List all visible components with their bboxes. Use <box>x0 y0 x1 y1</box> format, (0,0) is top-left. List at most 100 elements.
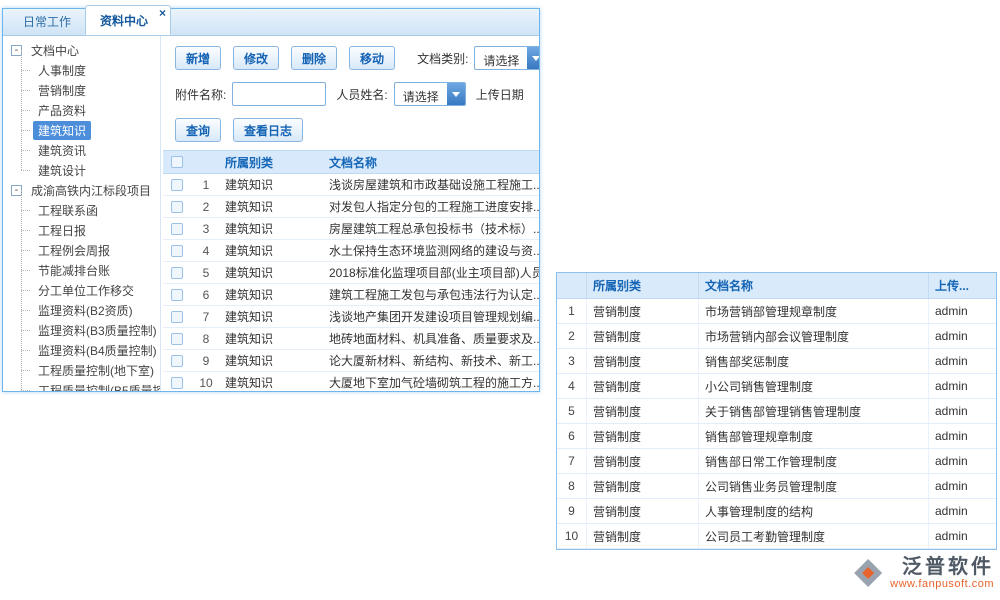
table-row[interactable]: 5营销制度关于销售部管理销售管理制度admin <box>557 399 996 424</box>
add-button[interactable]: 新增 <box>175 46 221 70</box>
cell-number: 3 <box>557 349 587 373</box>
table-row[interactable]: 10建筑知识大厦地下室加气砼墙砌筑工程的施工方... <box>163 372 539 391</box>
chevron-down-icon[interactable] <box>447 83 465 105</box>
cell-number: 6 <box>557 424 587 448</box>
table-row[interactable]: 6营销制度销售部管理规章制度admin <box>557 424 996 449</box>
row-checkbox[interactable] <box>171 267 183 279</box>
tree-item[interactable]: 工程质量控制(B5质量控制) <box>9 380 160 391</box>
row-checkbox[interactable] <box>171 311 183 323</box>
cell-doc-name: 小公司销售管理制度 <box>699 374 929 398</box>
folder-tree: -文档中心人事制度营销制度产品资料建筑知识建筑资讯建筑设计-成渝高铁内江标段项目… <box>3 36 161 391</box>
tree-item[interactable]: 工程例会周报 <box>9 240 160 260</box>
delete-button[interactable]: 删除 <box>291 46 337 70</box>
tree-item[interactable]: 人事制度 <box>9 60 160 80</box>
brand-name: 泛普软件 <box>902 556 994 578</box>
tree-item-label: 工程日报 <box>33 221 91 240</box>
close-icon[interactable]: × <box>159 6 166 20</box>
document-table-header: 所属别类 文档名称 <box>163 150 539 174</box>
category-select[interactable]: 请选择 <box>474 46 539 70</box>
table-row[interactable]: 9营销制度人事管理制度的结构admin <box>557 499 996 524</box>
table-row[interactable]: 2建筑知识对发包人指定分包的工程施工进度安排... <box>163 196 539 218</box>
table-row[interactable]: 9建筑知识论大厦新材料、新结构、新技术、新工... <box>163 350 539 372</box>
table-row[interactable]: 8营销制度公司销售业务员管理制度admin <box>557 474 996 499</box>
cell-number: 3 <box>191 222 221 236</box>
cell-uploader: admin <box>929 399 996 423</box>
cell-uploader: admin <box>929 424 996 448</box>
tree-item[interactable]: -文档中心 <box>9 40 160 60</box>
cell-uploader: admin <box>929 449 996 473</box>
checkbox-cell <box>163 311 191 323</box>
tree-item[interactable]: 建筑资讯 <box>9 140 160 160</box>
table-row[interactable]: 1营销制度市场营销部管理规章制度admin <box>557 299 996 324</box>
cell-number: 2 <box>191 200 221 214</box>
upload-date-label: 上传日期 <box>476 86 524 103</box>
attachment-input[interactable] <box>232 82 326 106</box>
tree-item[interactable]: 监理资料(B3质量控制) <box>9 320 160 340</box>
tree-item[interactable]: 产品资料 <box>9 100 160 120</box>
tree-item[interactable]: -成渝高铁内江标段项目 <box>9 180 160 200</box>
tree-item[interactable]: 工程日报 <box>9 220 160 240</box>
tree-item[interactable]: 建筑知识 <box>9 120 160 140</box>
tab-label: 资料中心 <box>100 14 148 28</box>
modify-button[interactable]: 修改 <box>233 46 279 70</box>
tree-item-label: 监理资料(B2资质) <box>33 301 138 320</box>
cell-doc-name: 关于销售部管理销售管理制度 <box>699 399 929 423</box>
chevron-down-icon[interactable] <box>527 47 539 69</box>
cell-number: 1 <box>191 178 221 192</box>
tree-item[interactable]: 监理资料(B2资质) <box>9 300 160 320</box>
row-checkbox[interactable] <box>171 377 183 389</box>
table-row[interactable]: 4营销制度小公司销售管理制度admin <box>557 374 996 399</box>
table-row[interactable]: 2营销制度市场营销内部会议管理制度admin <box>557 324 996 349</box>
tree-item-label: 节能减排台账 <box>33 261 115 280</box>
table-row[interactable]: 4建筑知识水土保持生态环境监测网络的建设与资... <box>163 240 539 262</box>
person-select[interactable]: 请选择 <box>394 82 466 106</box>
tree-item-label: 人事制度 <box>33 61 91 80</box>
table-row[interactable]: 7营销制度销售部日常工作管理制度admin <box>557 449 996 474</box>
checkbox-cell <box>163 223 191 235</box>
row-checkbox[interactable] <box>171 245 183 257</box>
row-checkbox[interactable] <box>171 223 183 235</box>
tree-item[interactable]: 营销制度 <box>9 80 160 100</box>
row-checkbox[interactable] <box>171 333 183 345</box>
table-row[interactable]: 1建筑知识浅谈房屋建筑和市政基础设施工程施工... <box>163 174 539 196</box>
tree-item[interactable]: 监理资料(B4质量控制) <box>9 340 160 360</box>
table-row[interactable]: 3营销制度销售部奖惩制度admin <box>557 349 996 374</box>
cell-uploader: admin <box>929 324 996 348</box>
row-checkbox[interactable] <box>171 201 183 213</box>
cell-doc-name: 大厦地下室加气砼墙砌筑工程的施工方... <box>325 374 539 391</box>
tree-item[interactable]: 工程质量控制(地下室) <box>9 360 160 380</box>
cell-doc-name: 建筑工程施工发包与承包违法行为认定... <box>325 286 539 303</box>
tree-item-label: 产品资料 <box>33 101 91 120</box>
cell-category: 营销制度 <box>587 399 699 423</box>
right-table-body: 1营销制度市场营销部管理规章制度admin2营销制度市场营销内部会议管理制度ad… <box>557 299 996 549</box>
table-row[interactable]: 10营销制度公司员工考勤管理制度admin <box>557 524 996 549</box>
person-select-value: 请选择 <box>395 83 447 105</box>
select-all-checkbox[interactable] <box>171 156 183 168</box>
table-row[interactable]: 6建筑知识建筑工程施工发包与承包违法行为认定... <box>163 284 539 306</box>
tree-item[interactable]: 节能减排台账 <box>9 260 160 280</box>
cell-number: 9 <box>191 354 221 368</box>
tab-bar: 日常工作 资料中心 × <box>3 9 539 36</box>
checkbox-cell <box>163 201 191 213</box>
tab-data-center[interactable]: 资料中心 × <box>85 5 171 35</box>
checkbox-cell <box>163 333 191 345</box>
table-row[interactable]: 3建筑知识房屋建筑工程总承包投标书（技术标）... <box>163 218 539 240</box>
tree-item[interactable]: 分工单位工作移交 <box>9 280 160 300</box>
row-checkbox[interactable] <box>171 179 183 191</box>
table-row[interactable]: 8建筑知识地砖地面材料、机具准备、质量要求及... <box>163 328 539 350</box>
move-button[interactable]: 移动 <box>349 46 395 70</box>
checkbox-cell <box>163 245 191 257</box>
toolbar-row-3: 查询 查看日志 <box>175 118 539 142</box>
table-row[interactable]: 5建筑知识2018标准化监理项目部(业主项目部)人员... <box>163 262 539 284</box>
tree-item-label: 文档中心 <box>26 41 84 60</box>
query-button[interactable]: 查询 <box>175 118 221 142</box>
cell-uploader: admin <box>929 349 996 373</box>
tree-item-label: 工程联系函 <box>33 201 103 220</box>
tab-daily-work[interactable]: 日常工作 <box>9 7 85 35</box>
tree-item[interactable]: 工程联系函 <box>9 200 160 220</box>
row-checkbox[interactable] <box>171 355 183 367</box>
view-log-button[interactable]: 查看日志 <box>233 118 303 142</box>
table-row[interactable]: 7建筑知识浅谈地产集团开发建设项目管理规划编... <box>163 306 539 328</box>
tree-item[interactable]: 建筑设计 <box>9 160 160 180</box>
row-checkbox[interactable] <box>171 289 183 301</box>
